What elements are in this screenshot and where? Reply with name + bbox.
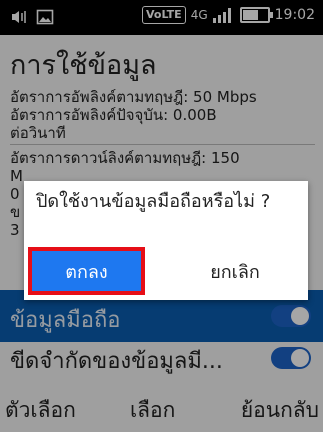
confirm-dialog: ปิดใช้งานข้อมูลมือถือหรือไม่ ? ตกลง ยกเล…: [24, 181, 308, 300]
dialog-message: ปิดใช้งานข้อมูลมือถือหรือไม่ ?: [36, 191, 271, 212]
ok-button[interactable]: ตกลง: [28, 247, 145, 295]
cancel-button[interactable]: ยกเลิก: [166, 247, 304, 295]
